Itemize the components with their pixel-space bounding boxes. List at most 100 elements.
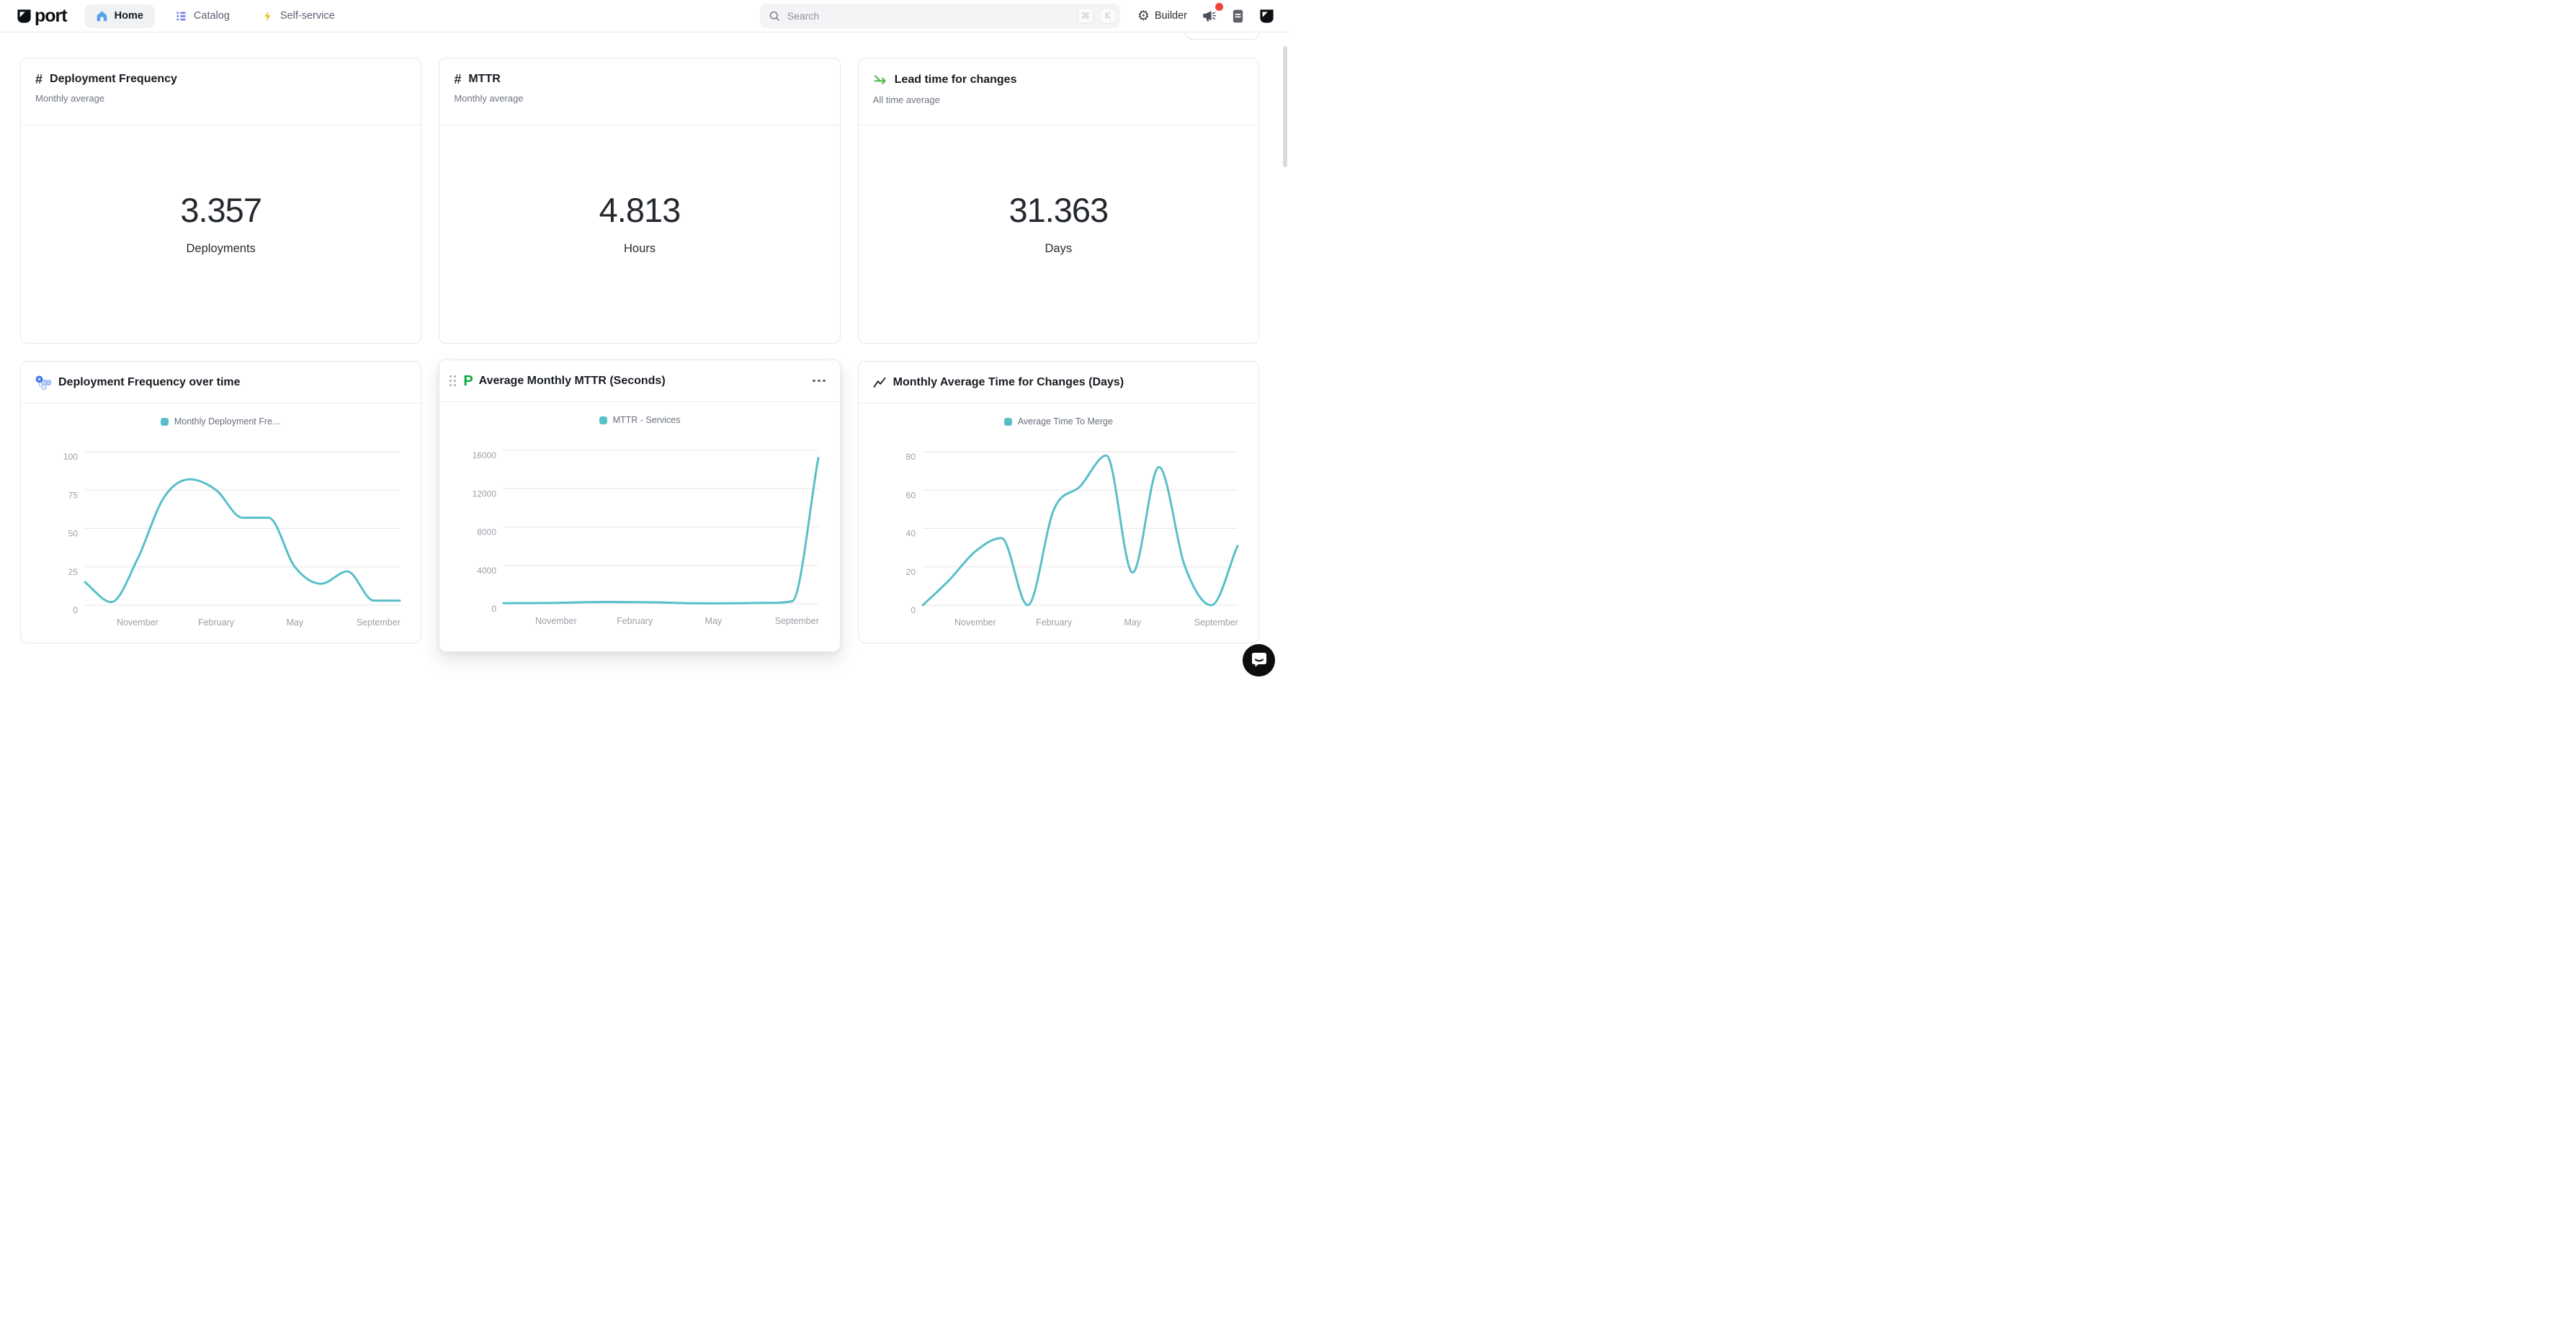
docs-button[interactable] bbox=[1227, 6, 1248, 26]
time-range-button-cutoff[interactable] bbox=[1185, 32, 1259, 40]
charts-row: Deployment Frequency over time Monthly D… bbox=[20, 361, 1259, 652]
kpi-value: 31.363 bbox=[1009, 190, 1108, 230]
card-subtitle: All time average bbox=[873, 94, 1244, 105]
card-title: Average Monthly MTTR (Seconds) bbox=[479, 375, 666, 388]
svg-text:February: February bbox=[198, 617, 235, 628]
port-logo: port bbox=[16, 6, 67, 27]
card-header: Monthly Average Time for Changes (Days) bbox=[859, 362, 1258, 403]
svg-text:September: September bbox=[775, 616, 819, 626]
svg-text:November: November bbox=[117, 617, 158, 628]
svg-text:February: February bbox=[1036, 617, 1073, 628]
nav-tab-home[interactable]: Home bbox=[84, 4, 155, 28]
card-title: MTTR bbox=[468, 73, 500, 86]
kpi-value: 4.813 bbox=[599, 190, 681, 230]
dashboard: # Deployment Frequency Monthly average 3… bbox=[0, 32, 1288, 652]
svg-text:16000: 16000 bbox=[473, 450, 497, 460]
notification-dot bbox=[1215, 3, 1223, 11]
gear-icon: ⚙ bbox=[1137, 9, 1150, 23]
kpi-unit: Hours bbox=[624, 242, 656, 256]
main-nav: Home Catalog Self-service bbox=[84, 4, 346, 28]
search-placeholder: Search bbox=[787, 10, 1071, 22]
nav-tab-label: Self-service bbox=[280, 10, 335, 22]
kpi-card-mttr: # MTTR Monthly average 4.813 Hours bbox=[439, 58, 840, 344]
card-title: Deployment Frequency over time bbox=[58, 376, 241, 389]
hash-icon: # bbox=[454, 73, 461, 86]
svg-text:60: 60 bbox=[905, 490, 916, 500]
svg-text:0: 0 bbox=[73, 605, 78, 615]
builder-button[interactable]: ⚙ Builder bbox=[1137, 9, 1187, 23]
svg-text:75: 75 bbox=[68, 490, 79, 500]
card-title: Deployment Frequency bbox=[50, 73, 177, 86]
logo-wordmark: port bbox=[35, 6, 67, 27]
cmd-key-badge: ⌘ bbox=[1078, 8, 1094, 24]
kpi-unit: Deployments bbox=[187, 242, 256, 256]
legend-swatch bbox=[1004, 418, 1012, 426]
nav-tab-catalog[interactable]: Catalog bbox=[164, 4, 241, 28]
svg-text:November: November bbox=[954, 617, 996, 628]
megaphone-icon bbox=[1202, 9, 1216, 23]
legend-label: Monthly Deployment Fre… bbox=[174, 416, 282, 427]
chat-bubble-icon bbox=[1251, 651, 1268, 668]
search-icon bbox=[769, 10, 781, 22]
hash-icon: # bbox=[35, 73, 43, 86]
search-input[interactable]: Search ⌘ K bbox=[760, 4, 1120, 28]
kpi-row: # Deployment Frequency Monthly average 3… bbox=[20, 58, 1259, 344]
card-header: Deployment Frequency over time bbox=[21, 362, 421, 403]
port-account-button[interactable] bbox=[1256, 6, 1276, 26]
chart-legend[interactable]: MTTR - Services bbox=[439, 413, 839, 427]
card-subtitle: Monthly average bbox=[35, 93, 406, 104]
svg-text:May: May bbox=[287, 617, 304, 628]
legend-label: Average Time To Merge bbox=[1018, 416, 1113, 427]
svg-text:February: February bbox=[617, 616, 654, 626]
card-title: Lead time for changes bbox=[895, 73, 1017, 86]
home-icon bbox=[96, 10, 108, 22]
svg-text:November: November bbox=[535, 616, 577, 626]
port-mark-icon bbox=[16, 8, 32, 24]
kpi-body: 3.357 Deployments bbox=[21, 114, 421, 331]
chart-card-time-for-changes: Monthly Average Time for Changes (Days) … bbox=[858, 361, 1259, 643]
legend-swatch bbox=[599, 416, 607, 424]
svg-text:September: September bbox=[1194, 617, 1238, 628]
kpi-value: 3.357 bbox=[180, 190, 261, 230]
svg-text:September: September bbox=[357, 617, 401, 628]
card-subtitle: Monthly average bbox=[454, 93, 825, 104]
svg-text:May: May bbox=[1124, 617, 1141, 628]
svg-text:8000: 8000 bbox=[478, 527, 497, 537]
svg-text:May: May bbox=[705, 616, 723, 626]
card-title: Monthly Average Time for Changes (Days) bbox=[893, 376, 1124, 389]
svg-text:50: 50 bbox=[68, 529, 79, 539]
pagerduty-icon: P bbox=[463, 374, 473, 388]
nav-tab-label: Catalog bbox=[194, 10, 230, 22]
announcements-button[interactable] bbox=[1199, 6, 1219, 26]
builder-label: Builder bbox=[1155, 10, 1187, 22]
k-key-badge: K bbox=[1100, 8, 1116, 24]
scrollbar-thumb[interactable] bbox=[1283, 46, 1287, 167]
svg-text:100: 100 bbox=[63, 452, 78, 462]
svg-text:40: 40 bbox=[905, 529, 916, 539]
kpi-unit: Days bbox=[1045, 242, 1073, 256]
kpi-card-lead-time: Lead time for changes All time average 3… bbox=[858, 58, 1259, 344]
pipeline-icon bbox=[35, 375, 51, 390]
chart-card-deployment-frequency: Deployment Frequency over time Monthly D… bbox=[20, 361, 421, 643]
chart-legend[interactable]: Average Time To Merge bbox=[859, 414, 1258, 429]
svg-text:80: 80 bbox=[905, 452, 916, 462]
card-menu-button[interactable] bbox=[810, 375, 828, 387]
chat-button[interactable] bbox=[1243, 644, 1275, 677]
catalog-icon bbox=[175, 10, 187, 22]
document-icon bbox=[1231, 9, 1245, 24]
trend-icon bbox=[873, 376, 886, 389]
nav-tab-label: Home bbox=[115, 10, 143, 22]
kpi-card-deployment-frequency: # Deployment Frequency Monthly average 3… bbox=[20, 58, 421, 344]
nav-tab-self-service[interactable]: Self-service bbox=[250, 4, 346, 28]
chart-card-mttr: P Average Monthly MTTR (Seconds) MTTR - … bbox=[439, 360, 840, 652]
drag-handle-icon[interactable] bbox=[450, 375, 456, 386]
chart-legend[interactable]: Monthly Deployment Fre… bbox=[21, 414, 421, 429]
svg-text:20: 20 bbox=[905, 567, 916, 577]
line-chart-time-for-changes: 020406080NovemberFebruaryMaySeptember bbox=[872, 433, 1245, 629]
line-chart-deployment-frequency: 0 25 50 75 100 November February May September bbox=[35, 433, 407, 629]
svg-text:25: 25 bbox=[68, 567, 79, 577]
top-bar: port Home Catalog Self-service bbox=[0, 0, 1288, 32]
legend-swatch bbox=[161, 418, 169, 426]
legend-label: MTTR - Services bbox=[613, 415, 681, 425]
line-chart-mttr: 0400080001200016000NovemberFebruaryMaySe… bbox=[453, 432, 826, 628]
